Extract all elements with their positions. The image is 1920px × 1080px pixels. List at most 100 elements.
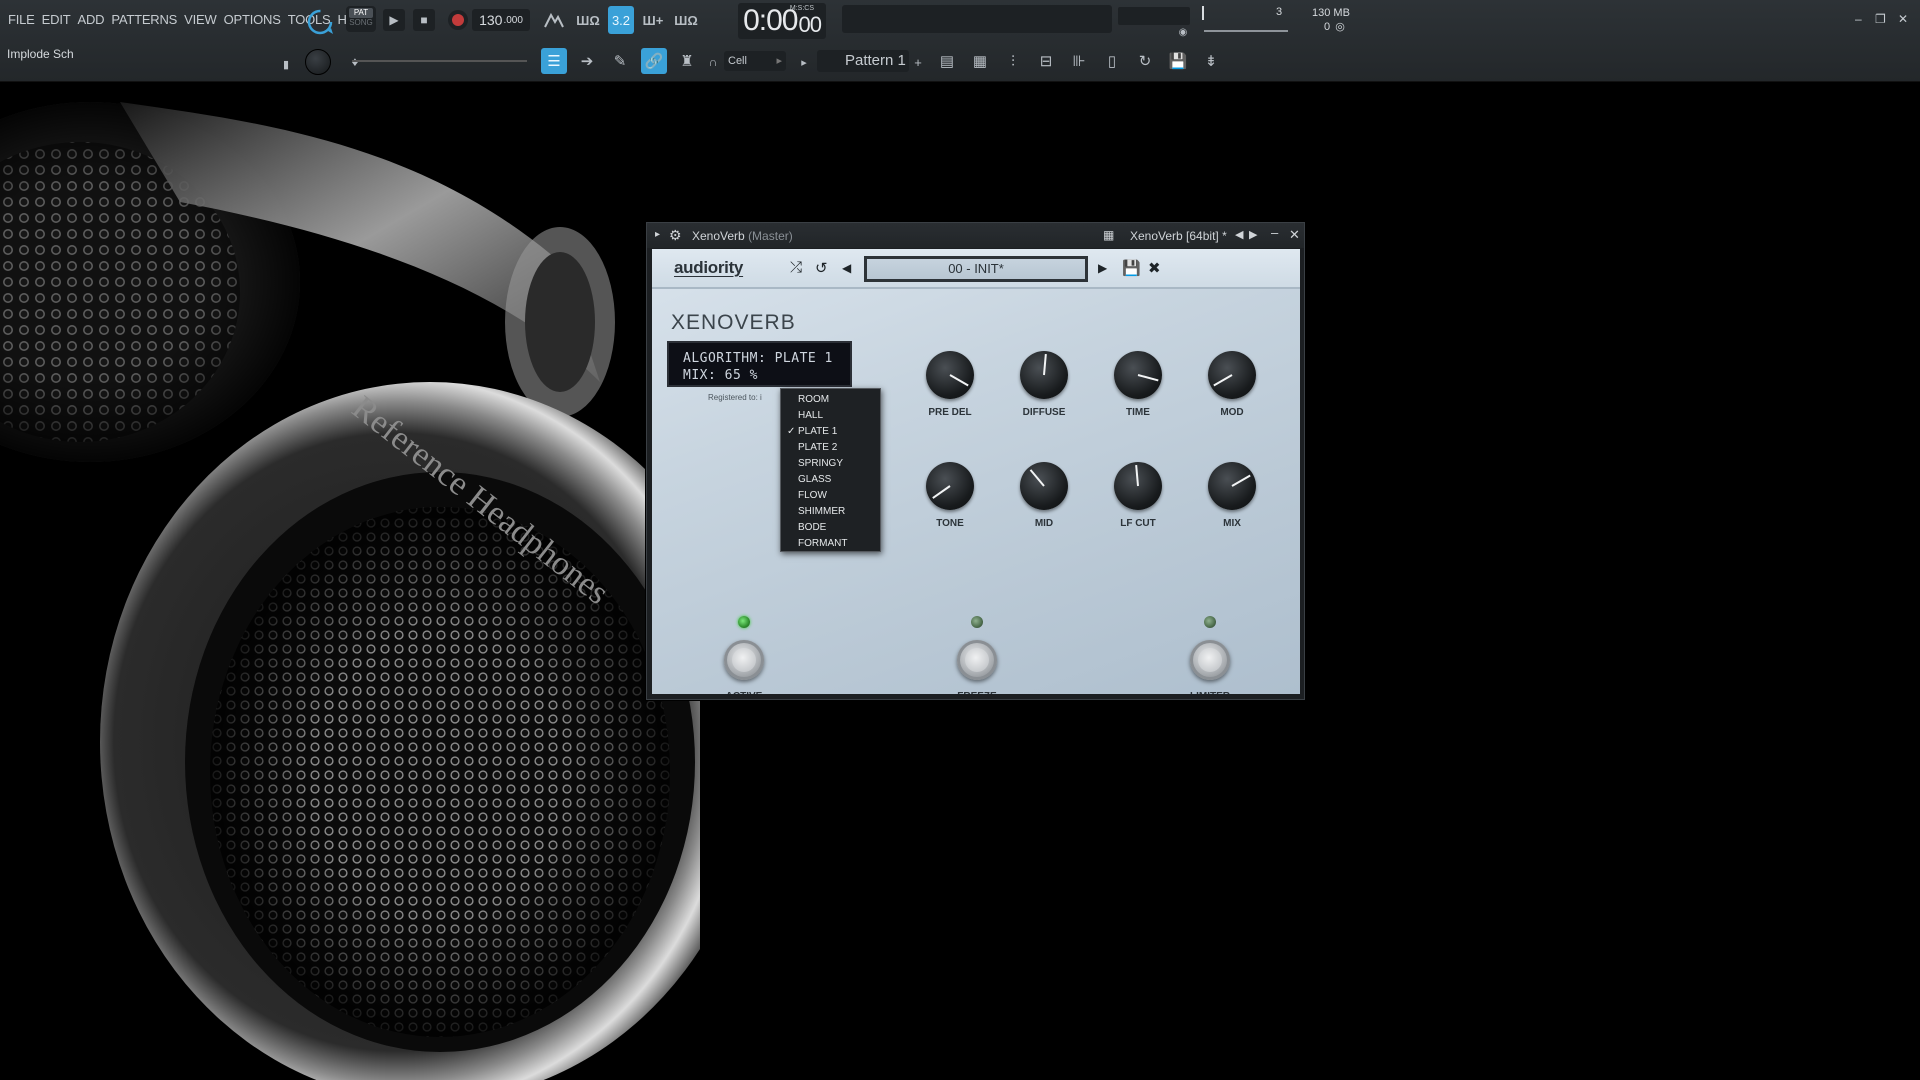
knob-label: TIME [1126, 407, 1150, 418]
algorithm-option-plate-2[interactable]: PLATE 2 [781, 441, 880, 457]
plugin-wrapper-title: XenoVerb [64bit] * [1130, 229, 1227, 243]
plugin-title-target: (Master) [748, 229, 793, 243]
menu-view[interactable]: VIEW [184, 12, 217, 27]
next-preset-icon[interactable]: ▶ [1098, 261, 1107, 275]
song-position-clock[interactable]: 0:00 00 M:S:CS [738, 3, 826, 39]
channel-rack-icon[interactable]: ▦ [967, 48, 993, 74]
algorithm-option-glass[interactable]: GLASS [781, 473, 880, 489]
magnet-icon[interactable]: ∩ [706, 53, 720, 71]
plugin-titlebar[interactable]: ▸ ⚙ XenoVerb (Master) ▦ XenoVerb [64bit]… [647, 223, 1304, 248]
stamp-icon[interactable]: ♜ [674, 48, 700, 74]
pat-song-toggle[interactable]: PAT SONG [346, 6, 376, 32]
mixer-window-icon[interactable]: ▤ [934, 48, 960, 74]
delete-preset-icon[interactable]: ✖ [1148, 259, 1161, 277]
mixer-icon[interactable]: ⫶ [1000, 48, 1026, 74]
pattern-selector[interactable]: Pattern 1 [817, 50, 909, 72]
hint-bar-text: Implode Sch [7, 47, 74, 61]
pattern-prev-icon[interactable]: ▸ [798, 53, 810, 71]
save-preset-icon[interactable]: 💾 [1122, 259, 1141, 277]
snap-selector[interactable]: Cell [724, 51, 786, 71]
knob-tone[interactable] [926, 462, 974, 510]
close-plugin-icon[interactable]: ✕ [1289, 227, 1300, 243]
freeze-footswitch[interactable] [957, 640, 997, 680]
undo-icon[interactable]: ↺ [815, 259, 828, 277]
algorithm-option-formant[interactable]: FORMANT [781, 537, 880, 553]
step-edit-icon[interactable]: Ш+ [640, 8, 666, 32]
algorithm-option-hall[interactable]: HALL [781, 409, 880, 425]
document-icon[interactable]: ▯ [1099, 48, 1125, 74]
cpu-circle-icon[interactable] [304, 6, 336, 38]
xenoverb-logo: XENOVERB [671, 311, 796, 334]
arrow-right-icon[interactable]: ➔ [574, 48, 600, 74]
refresh-icon[interactable]: ↻ [1132, 48, 1158, 74]
panic-icon[interactable]: ◉ [1176, 26, 1190, 38]
knob-mid[interactable] [1020, 462, 1068, 510]
metronome-icon[interactable] [542, 8, 566, 32]
xenoverb-panel: audiority ⤮ ↺ ◀ 00 - INIT* ▶ 💾 ✖ XENOVER… [652, 249, 1300, 694]
algorithm-option-bode[interactable]: BODE [781, 521, 880, 537]
memory-usage: 130 MB 0 ◎ [1312, 6, 1350, 34]
brush-icon[interactable]: ✎ [607, 48, 633, 74]
active-led-icon [738, 616, 750, 628]
footswitch-label: LIMITER [1170, 691, 1250, 694]
knob-lf-cut[interactable] [1114, 462, 1162, 510]
shuffle-icon[interactable]: ⤮ [790, 259, 802, 276]
plugin-menu-icon[interactable]: ▦ [1103, 228, 1114, 242]
loop-record-icon[interactable]: ШΩ [673, 8, 699, 32]
active-footswitch[interactable] [724, 640, 764, 680]
next-plugin-icon[interactable]: ▶ [1249, 228, 1257, 241]
countdown-icon[interactable]: 3.2 [608, 6, 634, 34]
browser-icon[interactable]: ⊟ [1033, 48, 1059, 74]
algorithm-option-springy[interactable]: SPRINGY [781, 457, 880, 473]
algorithm-option-flow[interactable]: FLOW [781, 489, 880, 505]
knob-diffuse[interactable] [1020, 351, 1068, 399]
cpu-meter [1118, 7, 1190, 25]
lcd-display[interactable]: ALGORITHM: PLATE 1 MIX: 65 % [667, 341, 852, 387]
menu-edit[interactable]: EDIT [42, 12, 71, 27]
restore-icon[interactable]: ❐ [1875, 12, 1886, 26]
prev-preset-icon[interactable]: ◀ [842, 261, 851, 275]
master-volume-knob[interactable] [305, 49, 331, 75]
menu-file[interactable]: FILE [8, 12, 35, 27]
algorithm-option-room[interactable]: ROOM [781, 393, 880, 409]
knob-mix[interactable] [1208, 462, 1256, 510]
algorithm-option-plate-1[interactable]: ✓ PLATE 1 [781, 425, 880, 441]
knob-label: PRE DEL [928, 407, 972, 418]
algorithm-option-shimmer[interactable]: SHIMMER [781, 505, 880, 521]
knob-pre-del[interactable] [926, 351, 974, 399]
knob-time[interactable] [1114, 351, 1162, 399]
prev-plugin-icon[interactable]: ◀ [1235, 228, 1243, 241]
algorithm-option-label: PLATE 1 [798, 426, 838, 437]
render-icon[interactable]: ⇟ [1198, 48, 1224, 74]
tempo-display[interactable]: 130.000 [472, 9, 530, 31]
minimize-icon[interactable]: – [1855, 12, 1862, 26]
wait-input-icon[interactable]: ШΩ [575, 8, 601, 32]
song-label: SONG [349, 18, 373, 27]
algorithm-option-label: GLASS [798, 474, 832, 485]
audiority-logo[interactable]: audiority [674, 258, 743, 278]
menu-options[interactable]: OPTIONS [224, 12, 281, 27]
limiter-footswitch[interactable] [1190, 640, 1230, 680]
playlist-icon[interactable]: ☰ [541, 48, 567, 74]
link-icon[interactable]: 🔗 [641, 48, 667, 74]
save-icon[interactable]: 💾 [1165, 48, 1191, 74]
menu-add[interactable]: ADD [77, 12, 104, 27]
close-app-icon[interactable]: ✕ [1898, 12, 1908, 26]
piano-roll-icon[interactable]: ⊪ [1066, 48, 1092, 74]
preset-selector[interactable]: 00 - INIT* [864, 256, 1088, 282]
pattern-add-button[interactable]: + [911, 53, 925, 71]
algorithm-option-label: ROOM [798, 394, 830, 405]
plugin-window: ▸ ⚙ XenoVerb (Master) ▦ XenoVerb [64bit]… [646, 222, 1305, 700]
polyphony-bar [1202, 6, 1204, 20]
knob-mod[interactable] [1208, 351, 1256, 399]
knob-indicator [1043, 353, 1047, 376]
gear-icon[interactable]: ⚙ [669, 227, 682, 244]
master-pitch-slider[interactable] [352, 60, 527, 62]
lcd-mix-line: MIX: 65 % [683, 368, 758, 383]
expand-arrow-icon[interactable]: ▸ [655, 229, 660, 240]
play-icon[interactable]: ▶ [383, 9, 405, 31]
minimize-plugin-icon[interactable]: – [1271, 225, 1278, 240]
record-icon[interactable] [448, 10, 468, 30]
stop-icon[interactable]: ■ [413, 9, 435, 31]
menu-patterns[interactable]: PATTERNS [111, 12, 177, 27]
